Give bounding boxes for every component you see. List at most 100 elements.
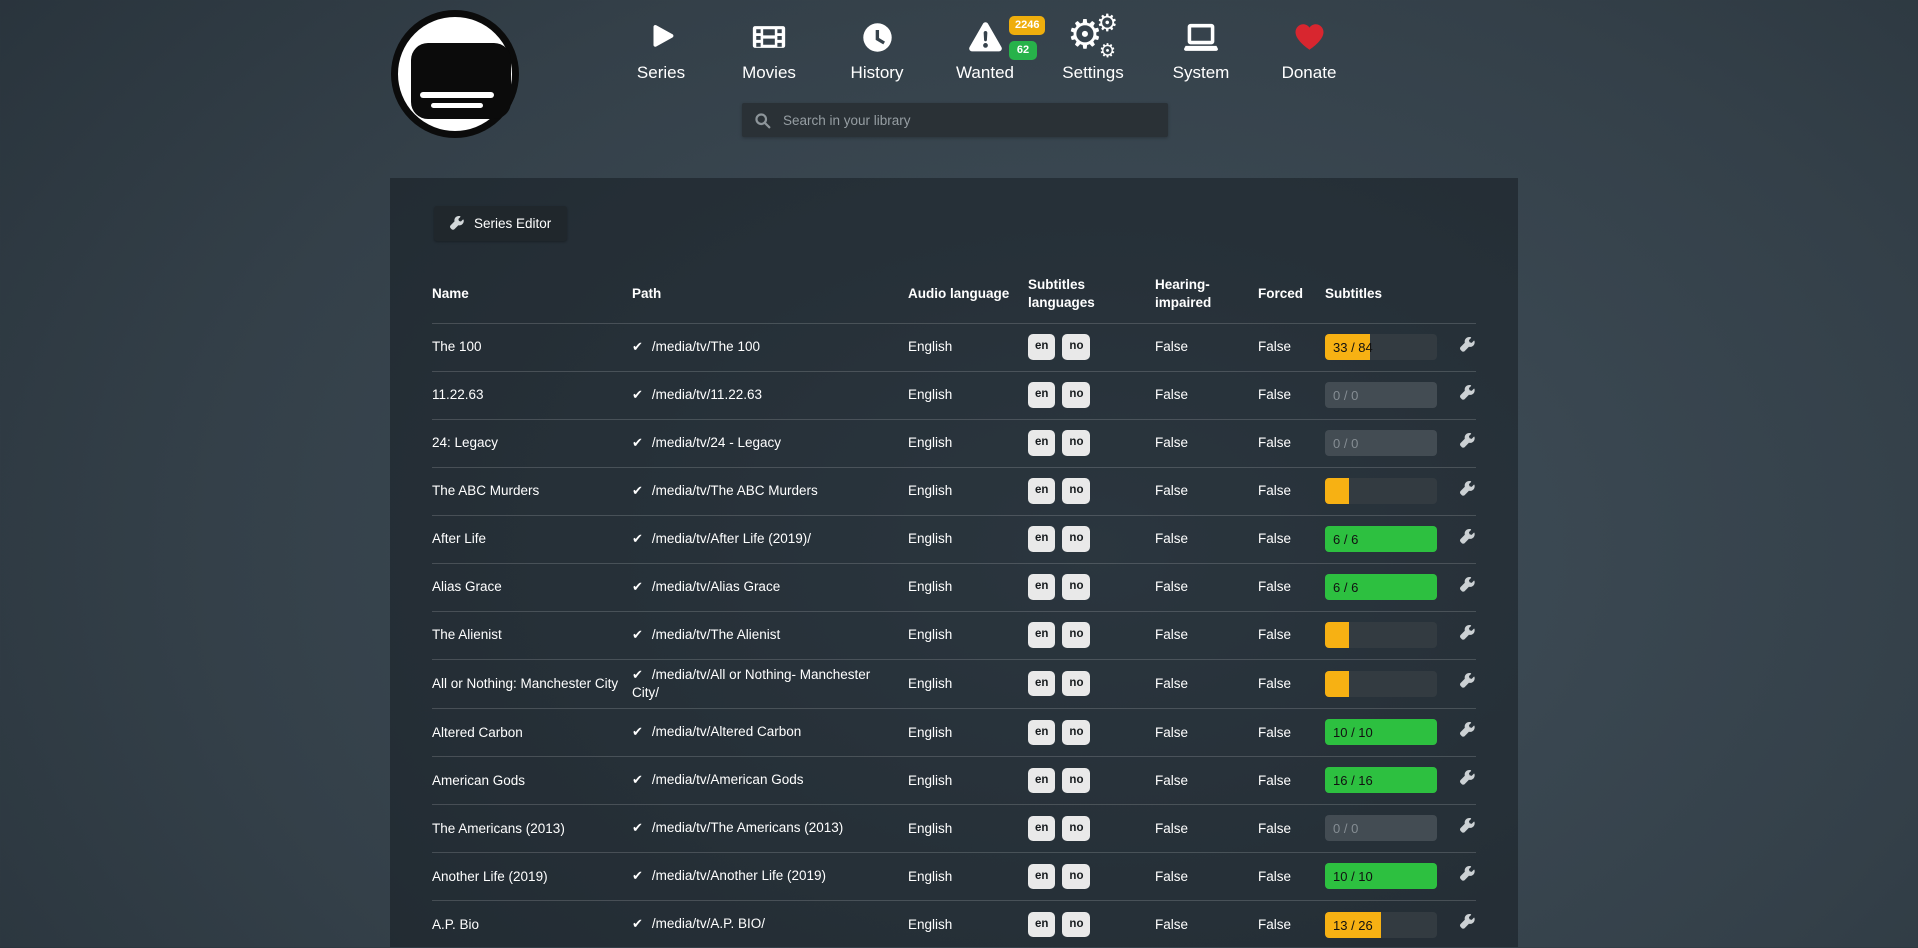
subtitles-progress-label: 6 / 6	[1333, 526, 1358, 552]
check-icon: ✔	[632, 773, 643, 788]
table-row: Altered Carbon ✔/media/tv/Altered Carbon…	[432, 708, 1476, 756]
column-header-audio-language: Audio language	[908, 265, 1028, 323]
forced-value: False	[1258, 387, 1291, 402]
series-name: All or Nothing: Manchester City	[432, 676, 618, 691]
series-name: The 100	[432, 339, 482, 354]
audio-language: English	[908, 869, 952, 884]
laptop-icon	[1147, 14, 1255, 60]
subtitles-progress: 10 / 10	[1325, 863, 1437, 889]
series-table-body: The 100 ✔/media/tv/The 100 English enno …	[432, 323, 1476, 948]
subtitles-languages: enno	[1028, 708, 1155, 756]
check-icon: ✔	[632, 388, 643, 403]
wrench-icon[interactable]	[1460, 385, 1476, 406]
language-badge: en	[1028, 720, 1055, 746]
series-editor-button-label: Series Editor	[474, 216, 551, 231]
subtitles-progress: 6 / 6	[1325, 574, 1437, 600]
audio-language: English	[908, 676, 952, 691]
table-header-row: Name Path Audio language Subtitles langu…	[432, 265, 1476, 323]
wrench-icon[interactable]	[1460, 914, 1476, 935]
series-path: /media/tv/A.P. BIO/	[652, 916, 765, 931]
wrench-icon[interactable]	[1460, 866, 1476, 887]
series-path: /media/tv/Altered Carbon	[652, 724, 801, 739]
subtitles-languages: enno	[1028, 756, 1155, 804]
forced-value: False	[1258, 339, 1291, 354]
wrench-icon[interactable]	[1460, 722, 1476, 743]
subtitles-progress: 10 / 10	[1325, 719, 1437, 745]
table-row: All or Nothing: Manchester City ✔/media/…	[432, 659, 1476, 708]
nav-label: Settings	[1039, 63, 1147, 83]
series-editor-button[interactable]: Series Editor	[434, 206, 567, 241]
subtitles-languages: enno	[1028, 371, 1155, 419]
subtitles-progress-label: 0 / 0	[1333, 430, 1358, 456]
forced-value: False	[1258, 869, 1291, 884]
check-icon: ✔	[632, 628, 643, 643]
table-row: The Americans (2013) ✔/media/tv/The Amer…	[432, 804, 1476, 852]
wrench-icon[interactable]	[1460, 577, 1476, 598]
hearing-impaired-value: False	[1155, 676, 1188, 691]
language-badge: en	[1028, 574, 1055, 600]
wrench-icon[interactable]	[1460, 481, 1476, 502]
logo-tv-screen-icon	[411, 43, 511, 119]
logo-subtitle-line	[431, 103, 483, 108]
subtitles-languages: enno	[1028, 419, 1155, 467]
main-nav: Series Movies History Wanted 2246 62 ⚙⚙⚙…	[607, 14, 1363, 83]
nav-item-series[interactable]: Series	[607, 14, 715, 83]
search-input[interactable]	[781, 112, 1156, 129]
wrench-icon[interactable]	[1460, 673, 1476, 694]
subtitles-progress-fill	[1325, 671, 1349, 697]
check-icon: ✔	[632, 869, 643, 884]
subtitles-languages: enno	[1028, 515, 1155, 563]
nav-item-donate[interactable]: Donate	[1255, 14, 1363, 83]
nav-item-settings[interactable]: ⚙⚙⚙ Settings	[1039, 14, 1147, 83]
audio-language: English	[908, 725, 952, 740]
subtitles-progress: 0 / 0	[1325, 815, 1437, 841]
hearing-impaired-value: False	[1155, 339, 1188, 354]
subtitles-languages: enno	[1028, 563, 1155, 611]
hearing-impaired-value: False	[1155, 627, 1188, 642]
nav-label: System	[1147, 63, 1255, 83]
wrench-icon[interactable]	[1460, 770, 1476, 791]
table-row: The ABC Murders ✔/media/tv/The ABC Murde…	[432, 467, 1476, 515]
wrench-icon[interactable]	[1460, 529, 1476, 550]
wrench-icon[interactable]	[1460, 433, 1476, 454]
series-name: After Life	[432, 531, 486, 546]
language-badge: no	[1062, 768, 1090, 794]
language-badge: no	[1062, 671, 1090, 697]
wrench-icon[interactable]	[1460, 818, 1476, 839]
subtitles-languages: enno	[1028, 852, 1155, 900]
hearing-impaired-value: False	[1155, 579, 1188, 594]
series-path: /media/tv/American Gods	[652, 772, 804, 787]
app-logo[interactable]	[391, 10, 519, 138]
wrench-icon[interactable]	[1460, 337, 1476, 358]
audio-language: English	[908, 821, 952, 836]
nav-item-wanted[interactable]: Wanted 2246 62	[931, 14, 1039, 83]
nav-item-system[interactable]: System	[1147, 14, 1255, 83]
hearing-impaired-value: False	[1155, 531, 1188, 546]
language-badge: no	[1062, 334, 1090, 360]
nav-item-history[interactable]: History	[823, 14, 931, 83]
nav-label: Wanted	[931, 63, 1039, 83]
subtitles-languages: enno	[1028, 611, 1155, 659]
subtitles-progress: 6 / 6	[1325, 526, 1437, 552]
table-row: A.P. Bio ✔/media/tv/A.P. BIO/ English en…	[432, 900, 1476, 948]
subtitles-progress: 0 / 0	[1325, 382, 1437, 408]
column-header-forced: Forced	[1258, 265, 1325, 323]
nav-item-movies[interactable]: Movies	[715, 14, 823, 83]
subtitles-progress-label: 6 / 6	[1333, 574, 1358, 600]
language-badge: no	[1062, 912, 1090, 938]
series-path: /media/tv/All or Nothing- Manchester Cit…	[632, 667, 870, 701]
language-badge: en	[1028, 816, 1055, 842]
heart-icon	[1255, 14, 1363, 60]
language-badge: en	[1028, 478, 1055, 504]
clock-icon	[823, 14, 931, 60]
subtitles-progress: 13 / 26	[1325, 912, 1437, 938]
series-path: /media/tv/Alias Grace	[652, 579, 780, 594]
table-row: 24: Legacy ✔/media/tv/24 - Legacy Englis…	[432, 419, 1476, 467]
nav-label: Donate	[1255, 63, 1363, 83]
wrench-icon[interactable]	[1460, 625, 1476, 646]
table-row: After Life ✔/media/tv/After Life (2019)/…	[432, 515, 1476, 563]
series-name: Alias Grace	[432, 579, 502, 594]
search-icon	[754, 112, 771, 129]
audio-language: English	[908, 917, 952, 932]
series-path: /media/tv/The Americans (2013)	[652, 820, 843, 835]
